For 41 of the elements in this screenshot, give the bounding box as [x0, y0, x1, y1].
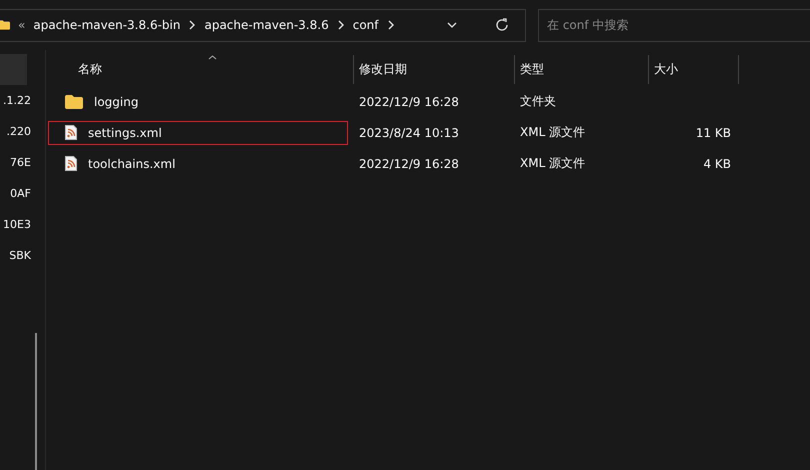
column-header[interactable]: 名称 [52, 55, 354, 84]
date-cell-text: 2022/12/9 16:28 [358, 94, 460, 108]
type-cell-text: XML 源文件 [519, 155, 586, 172]
sidebar-item[interactable]: 76E [0, 147, 45, 178]
file-name: logging [93, 94, 138, 108]
file-name: toolchains.xml [87, 156, 176, 170]
column-header[interactable]: 类型 [515, 55, 649, 84]
column-header[interactable]: 修改日期 [354, 55, 515, 84]
file-row[interactable]: toolchains.xml 2022/12/9 16:28 XML 源文件 4 KB [52, 148, 810, 179]
search-field[interactable]: 在 conf 中搜索 [538, 8, 810, 42]
size-cell-text: 4 KB [702, 156, 732, 170]
xml-file-icon [65, 125, 77, 140]
column-header[interactable]: 大小 [649, 55, 739, 84]
date-cell-text: 2022/12/9 16:28 [358, 156, 460, 170]
breadcrumb[interactable]: apache-maven-3.8.6-bin [33, 18, 180, 32]
breadcrumb[interactable]: apache-maven-3.8.6 [204, 18, 329, 32]
refresh-icon[interactable] [495, 18, 509, 32]
date-cell-text: 2023/8/24 10:13 [358, 126, 460, 140]
chevron-icon [188, 20, 196, 30]
sort-caret-icon[interactable] [208, 55, 217, 60]
breadcrumb[interactable]: conf [352, 18, 378, 32]
file-row[interactable]: logging 2022/12/9 16:28 文件夹 [52, 86, 810, 117]
folder-icon [0, 18, 10, 32]
sidebar-item[interactable]: 10E3 [0, 209, 45, 240]
overflow-chevron[interactable]: « [18, 18, 26, 32]
chevron-icon [336, 20, 345, 30]
sidebar-item[interactable]: .220 [0, 116, 45, 147]
sidebar-item[interactable]: 0AF [0, 178, 45, 209]
sidebar-item[interactable]: SBK [0, 240, 45, 271]
file-row[interactable]: settings.xml 2023/8/24 10:13 XML 源文件 11 KB [52, 117, 810, 148]
chevron-icon [386, 20, 394, 30]
folder-icon [65, 94, 83, 108]
dropdown-icon[interactable] [447, 22, 457, 28]
type-cell-text: XML 源文件 [519, 124, 586, 141]
address-bar[interactable]: « apache-maven-3.8.6-bin apache-maven-3.8.6 conf [0, 8, 526, 42]
file-name: settings.xml [87, 126, 162, 140]
scrollbar-thumb[interactable] [35, 333, 37, 470]
sidebar-item[interactable]: .1.22 [0, 85, 45, 116]
xml-file-icon [65, 156, 77, 171]
size-cell-text: 11 KB [694, 126, 732, 140]
type-cell-text: 文件夹 [519, 93, 557, 110]
